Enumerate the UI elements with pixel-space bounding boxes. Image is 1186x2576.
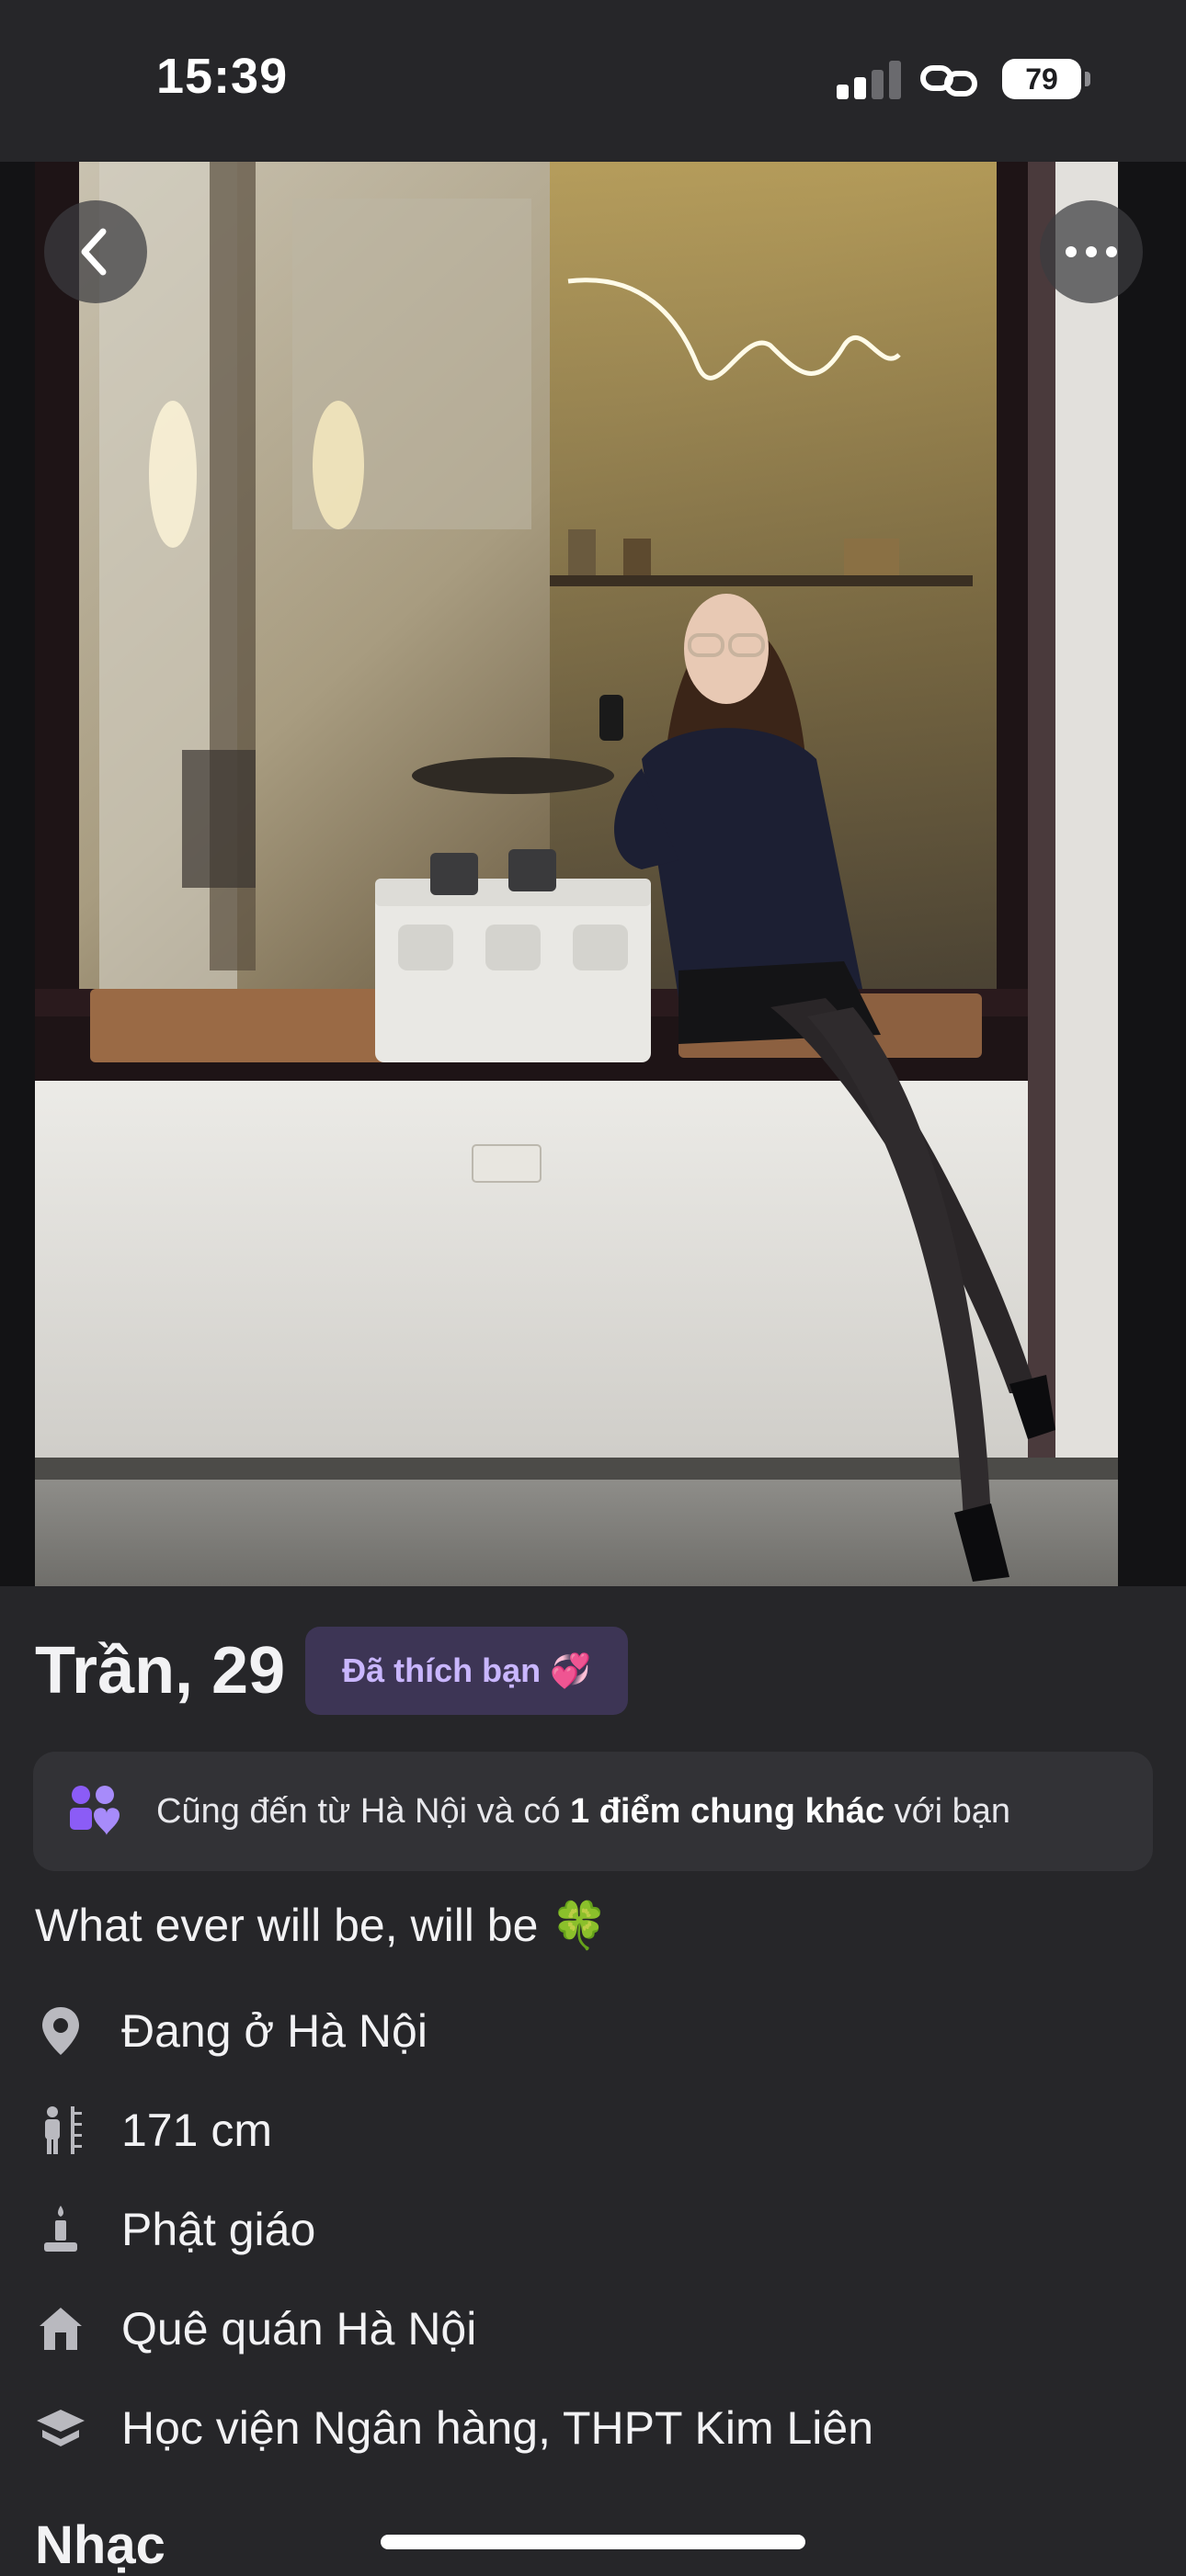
name-row: Trần, 29 Đã thích bạn 💞 <box>35 1627 628 1715</box>
music-section-title: Nhạc <box>35 2515 165 2575</box>
cafe-photo-art <box>35 162 1118 1586</box>
common-interests-text: Cũng đến từ Hà Nội và có 1 điểm chung kh… <box>156 1792 1010 1832</box>
hotspot-link-icon <box>920 65 977 96</box>
back-button[interactable] <box>44 200 147 303</box>
home-indicator[interactable] <box>381 2535 805 2549</box>
signal-strength-icon <box>837 61 901 99</box>
photo-illustration <box>35 162 1118 1586</box>
religion-text: Phật giáo <box>121 2204 316 2255</box>
home-icon <box>35 2303 86 2355</box>
education-cap-icon <box>35 2402 86 2454</box>
liked-you-badge: Đã thích bạn 💞 <box>305 1627 628 1715</box>
info-row-religion: Phật giáo <box>35 2193 315 2266</box>
education-text: Học viện Ngân hàng, THPT Kim Liên <box>121 2402 874 2454</box>
common-suffix: với bạn <box>884 1791 1010 1831</box>
status-bar: 15:39 79 <box>0 0 1186 162</box>
common-interests-card[interactable]: Cũng đến từ Hà Nội và có 1 điểm chung kh… <box>33 1752 1153 1871</box>
religion-candle-icon <box>35 2204 86 2255</box>
profile-photo[interactable] <box>0 162 1186 1586</box>
common-highlight: 1 điểm chung khác <box>570 1791 885 1831</box>
height-text: 171 cm <box>121 2105 272 2156</box>
info-row-location: Đang ở Hà Nội <box>35 1994 428 2068</box>
status-time: 15:39 <box>156 49 289 104</box>
common-people-icon <box>70 1786 120 1835</box>
more-options-button[interactable] <box>1040 200 1143 303</box>
common-prefix: Cũng đến từ Hà Nội và có <box>156 1791 571 1831</box>
info-row-hometown: Quê quán Hà Nội <box>35 2292 476 2366</box>
location-text: Đang ở Hà Nội <box>121 2005 428 2057</box>
height-icon <box>35 2105 86 2156</box>
bio-text: What ever will be, will be 🍀 <box>35 1900 609 1951</box>
ellipsis-icon <box>1066 246 1117 257</box>
battery-indicator: 79 <box>1002 59 1090 99</box>
location-pin-icon <box>35 2005 86 2057</box>
info-row-height: 171 cm <box>35 2094 272 2167</box>
info-row-education: Học viện Ngân hàng, THPT Kim Liên <box>35 2391 873 2465</box>
hometown-text: Quê quán Hà Nội <box>121 2303 477 2355</box>
chevron-left-icon <box>81 228 107 276</box>
name-age: Trần, 29 <box>35 1634 286 1708</box>
